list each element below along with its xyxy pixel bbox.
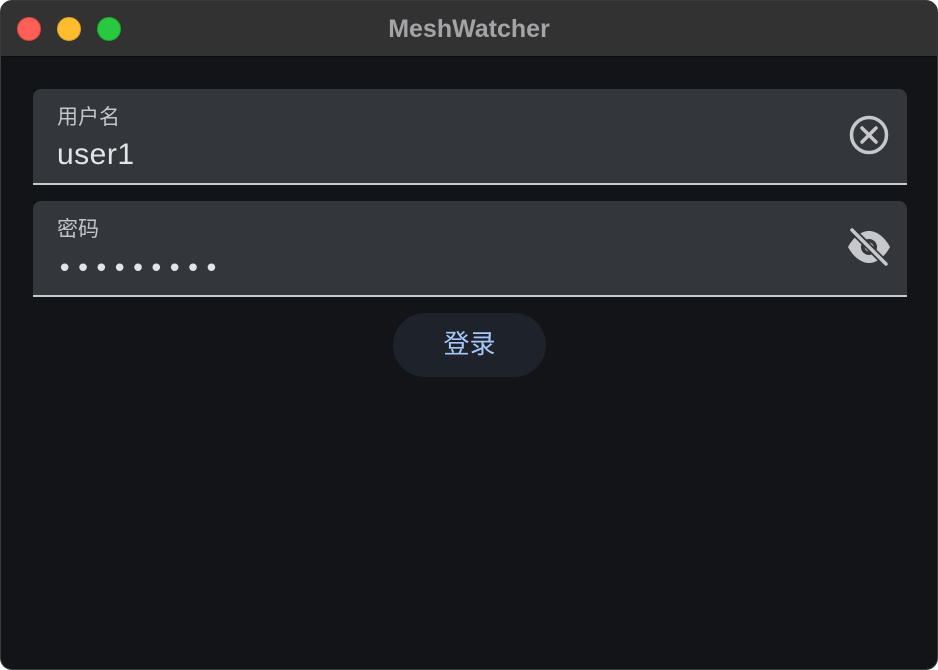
clear-circle-icon — [848, 114, 890, 160]
toggle-password-visibility-button[interactable] — [845, 225, 893, 273]
username-field[interactable]: 用户名 user1 — [33, 89, 907, 185]
password-field[interactable]: 密码 ••••••••• — [33, 201, 907, 297]
app-window: MeshWatcher 用户名 user1 密码 ••••••••• 登录 — [0, 0, 938, 670]
window-title: MeshWatcher — [388, 15, 550, 43]
username-label: 用户名 — [57, 105, 120, 129]
title-bar[interactable]: MeshWatcher — [1, 1, 937, 57]
password-label: 密码 — [57, 217, 99, 241]
login-button[interactable]: 登录 — [393, 313, 546, 377]
password-input[interactable]: ••••••••• — [57, 249, 222, 289]
visibility-off-icon — [846, 226, 892, 271]
username-input[interactable]: user1 — [57, 135, 135, 175]
clear-username-button[interactable] — [845, 113, 893, 161]
